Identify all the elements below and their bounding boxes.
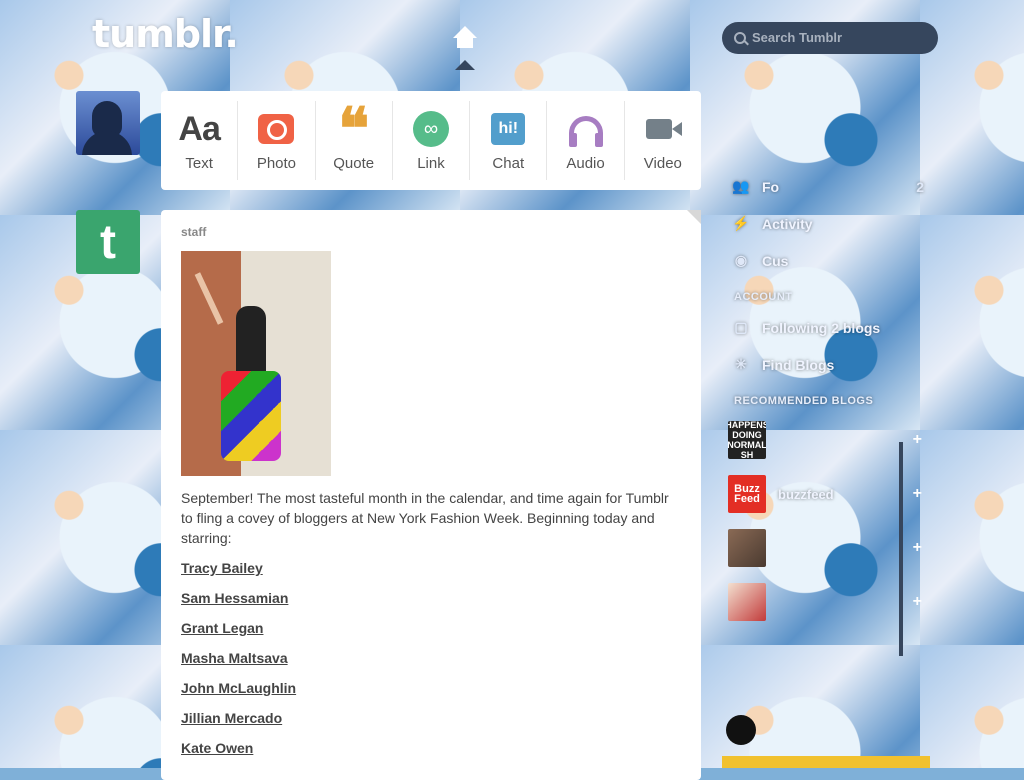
sidebar-item-following[interactable]: ▢ Following 2 blogs	[712, 309, 934, 346]
find-blogs-icon: ✳	[735, 356, 747, 372]
post-photo[interactable]	[181, 251, 331, 476]
blog-avatar	[728, 529, 766, 567]
recommended-heading: RECOMMENDED BLOGS	[734, 395, 874, 407]
photo-icon	[258, 114, 295, 144]
post-link[interactable]: Jillian Mercado	[181, 708, 681, 728]
post-type-label: Text	[185, 155, 213, 172]
search-icon	[734, 32, 746, 44]
post-type-label: Chat	[492, 155, 525, 172]
staff-avatar[interactable]: t	[76, 210, 140, 274]
follow-plus-icon[interactable]: +	[913, 539, 922, 557]
sidebar-item-label: Find Blogs	[762, 356, 835, 373]
post-body-text: September! The most tasteful month in th…	[181, 490, 669, 546]
audio-icon	[568, 116, 603, 147]
following-icon: ▢	[734, 319, 748, 335]
post-link[interactable]: Kate Owen	[181, 738, 681, 758]
eye-icon: ◉	[734, 252, 748, 268]
radar-dot	[726, 715, 756, 745]
follow-plus-icon[interactable]: +	[913, 485, 922, 503]
post-text-button[interactable]: Aa Text	[161, 101, 239, 180]
link-icon: ∞	[412, 111, 449, 147]
blog-avatar: Buzz Feed	[728, 475, 766, 513]
quote-icon: ❝	[338, 95, 370, 163]
sidebar-item-label: Activity	[762, 215, 813, 232]
post-audio-button[interactable]: Audio	[547, 101, 625, 180]
chat-icon: hi!	[491, 113, 526, 145]
followers-icon: 👥	[732, 178, 750, 194]
sidebar-item-followers[interactable]: 👥 Fo 2	[712, 168, 934, 205]
user-avatar[interactable]	[76, 91, 140, 155]
post-video-button[interactable]: Video	[625, 101, 701, 180]
home-icon[interactable]	[450, 26, 480, 74]
post-type-label: Quote	[333, 155, 375, 172]
dashboard-sidebar: 👥 Fo 2 ⚡ Activity ◉ Cus ACCOUNT ▢ Follow…	[712, 120, 934, 680]
search-input[interactable]: Search Tumblr	[722, 22, 938, 54]
post-type-bar: Aa Text Photo ❝ Quote ∞ Link hi! Chat Au…	[161, 91, 701, 190]
post-type-label: Photo	[256, 155, 297, 172]
post-chat-button[interactable]: hi! Chat	[470, 101, 548, 180]
sidebar-item-count: 2	[916, 178, 924, 195]
post-type-label: Video	[643, 155, 682, 172]
account-heading: ACCOUNT	[734, 291, 793, 303]
sidebar-item-activity[interactable]: ⚡ Activity	[712, 205, 934, 242]
post-type-label: Link	[417, 155, 445, 172]
post-author[interactable]: staff	[181, 225, 681, 239]
sidebar-item-find-blogs[interactable]: ✳ Find Blogs	[712, 346, 934, 383]
bottom-banner	[722, 756, 930, 768]
blog-avatar	[728, 583, 766, 621]
post-type-label: Audio	[566, 155, 605, 172]
sidebar-item-label: Following 2 blogs	[762, 319, 881, 336]
tumblr-logo[interactable]: tumblr.	[92, 12, 239, 56]
sidebar-divider	[899, 442, 903, 656]
post-link[interactable]: John McLaughlin	[181, 678, 681, 698]
post-link[interactable]: Sam Hessamian	[181, 588, 681, 608]
search-placeholder: Search Tumblr	[752, 30, 843, 45]
post-link[interactable]: Grant Legan	[181, 618, 681, 638]
text-icon: Aa	[178, 109, 220, 148]
post-photo-button[interactable]: Photo	[238, 101, 316, 180]
blog-name: buzzfeed	[778, 486, 834, 502]
post-link[interactable]: Masha Maltsava	[181, 648, 681, 668]
post-link-button[interactable]: ∞ Link	[393, 101, 471, 180]
post-fold-corner	[687, 210, 701, 224]
activity-icon: ⚡	[732, 215, 750, 231]
follow-plus-icon[interactable]: +	[913, 431, 922, 449]
dashboard-post: staff September! The most tasteful month…	[161, 210, 701, 780]
sidebar-item-customize[interactable]: ◉ Cus	[712, 242, 934, 279]
follow-plus-icon[interactable]: +	[913, 593, 922, 611]
sidebar-item-label: Fo	[762, 178, 780, 195]
sidebar-item-label: Cus	[762, 252, 789, 269]
post-link[interactable]: Tracy Bailey	[181, 558, 681, 578]
blog-avatar: HAPPENS DOING NORMAL SH	[728, 421, 766, 459]
video-icon	[645, 119, 682, 139]
post-quote-button[interactable]: ❝ Quote	[316, 95, 393, 180]
